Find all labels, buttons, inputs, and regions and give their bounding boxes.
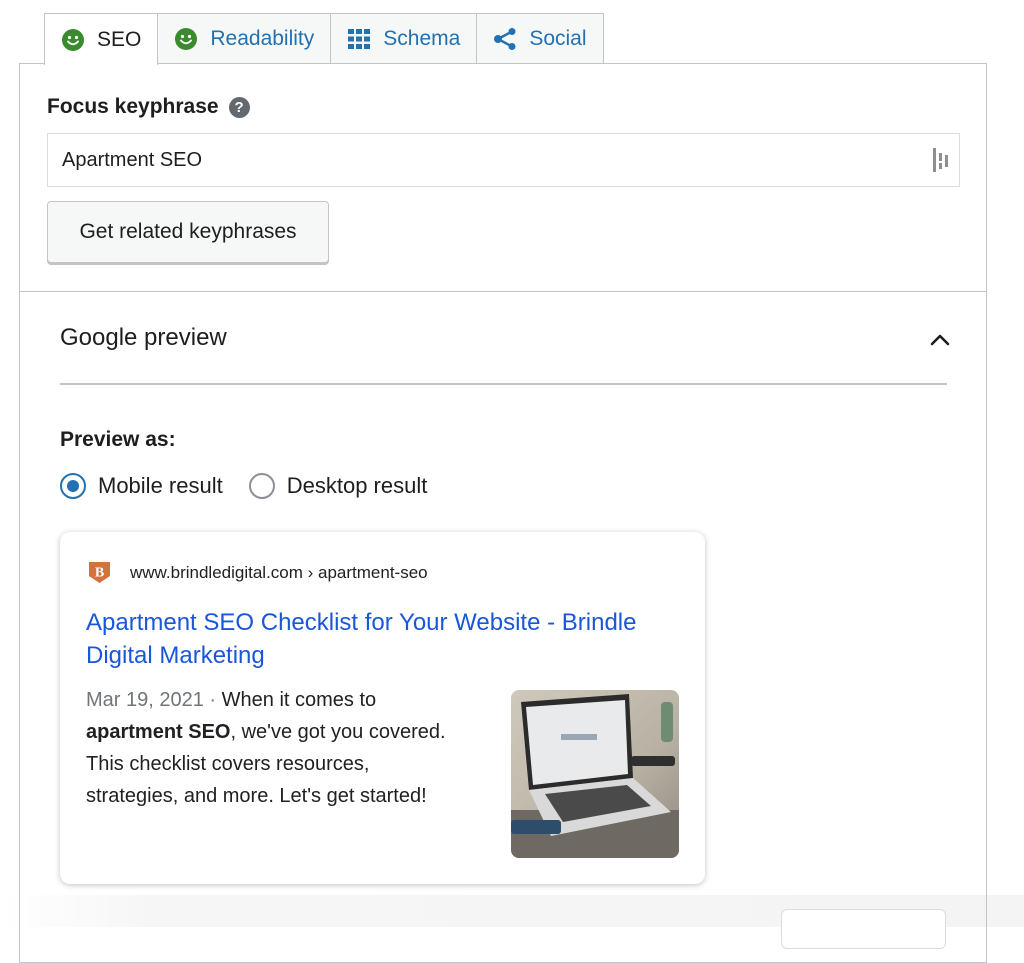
serp-preview-card: B www.brindledigital.com › apartment-seo… — [60, 532, 705, 884]
desktop-result-label: Desktop result — [286, 473, 428, 498]
smiley-icon — [61, 28, 85, 52]
tab-readability[interactable]: Readability — [157, 13, 332, 63]
google-preview-heading[interactable]: Google preview — [60, 324, 227, 352]
focus-keyphrase-row: Focus keyphrase ? — [47, 95, 250, 119]
semrush-icon[interactable] — [931, 147, 951, 173]
preview-as-label: Preview as: — [60, 428, 176, 451]
panel-left-border — [19, 63, 20, 927]
help-icon[interactable]: ? — [228, 96, 250, 118]
site-favicon: B — [88, 561, 111, 584]
chevron-up-icon[interactable] — [928, 328, 952, 352]
serp-desc-bold: apartment SEO — [86, 721, 231, 743]
preview-mode-radio-group: Mobile result Desktop result — [60, 473, 453, 499]
section-divider — [20, 291, 986, 292]
serp-separator: · — [209, 689, 217, 711]
tab-label: Schema — [383, 26, 461, 50]
focus-keyphrase-label: Focus keyphrase — [47, 95, 219, 118]
serp-url: www.brindledigital.com › apartment-seo — [130, 563, 428, 582]
metabox-tabs: SEO Readability Schema Social — [44, 13, 604, 65]
mobile-result-radio[interactable] — [60, 473, 86, 499]
serp-date: Mar 19, 2021 — [86, 689, 204, 711]
desktop-result-radio[interactable] — [248, 473, 275, 499]
tab-label: SEO — [97, 27, 142, 51]
tab-label: Social — [529, 26, 587, 50]
serp-title-link[interactable]: Apartment SEO Checklist for Your Website… — [86, 606, 686, 672]
mobile-result-label: Mobile result — [98, 473, 223, 498]
tab-label: Readability — [210, 26, 315, 50]
partial-button[interactable] — [781, 909, 946, 949]
favicon-letter: B — [95, 566, 104, 581]
tab-seo[interactable]: SEO — [44, 13, 159, 65]
tab-social[interactable]: Social — [476, 13, 604, 63]
grid-icon — [347, 27, 371, 51]
desktop-result-option[interactable]: Desktop result — [248, 473, 428, 499]
share-icon — [493, 27, 517, 51]
serp-desc-pre: When it comes to — [221, 689, 377, 711]
get-related-keyphrases-button[interactable]: Get related keyphrases — [47, 201, 329, 263]
focus-keyphrase-input[interactable] — [47, 133, 960, 187]
google-preview-divider — [60, 383, 947, 385]
serp-thumbnail-image — [511, 690, 679, 858]
tab-schema[interactable]: Schema — [330, 13, 478, 63]
serp-description: Mar 19, 2021 · When it comes to apartmen… — [86, 684, 466, 812]
mobile-result-option[interactable]: Mobile result — [60, 473, 223, 499]
smiley-icon — [174, 27, 198, 51]
panel-right-border — [986, 63, 987, 927]
